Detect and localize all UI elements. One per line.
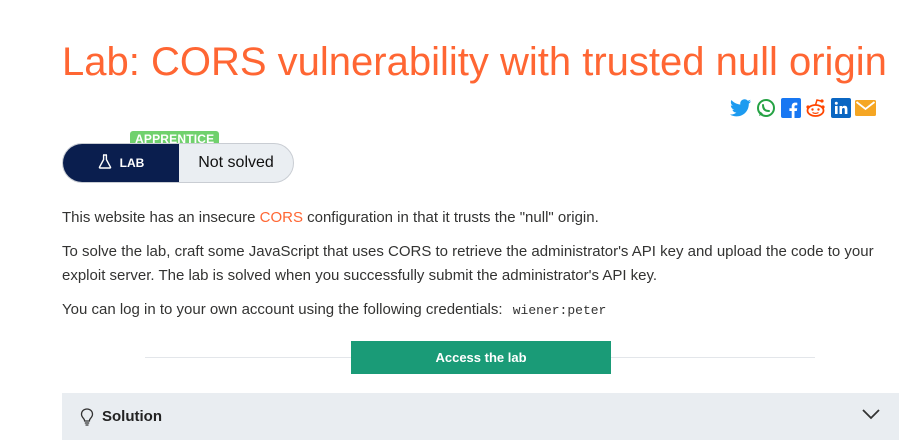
description-paragraph-3: You can log in to your own account using… — [62, 298, 606, 323]
credentials-code: wiener:peter — [512, 303, 607, 318]
reddit-icon[interactable] — [805, 97, 826, 118]
description-text: configuration in that it trusts the "nul… — [302, 209, 599, 226]
solution-accordion[interactable]: Solution — [62, 393, 899, 440]
lab-badge: LAB — [63, 144, 179, 182]
share-icons — [730, 97, 876, 118]
description-text: This website has an insecure — [62, 209, 260, 226]
lab-status-text: Not solved — [198, 154, 274, 171]
flask-icon — [98, 154, 112, 172]
linkedin-icon[interactable] — [830, 97, 851, 118]
cors-link[interactable]: CORS — [260, 209, 303, 226]
solution-label: Solution — [102, 408, 162, 425]
email-icon[interactable] — [855, 97, 876, 118]
twitter-icon[interactable] — [730, 97, 751, 118]
chevron-down-icon[interactable] — [861, 407, 881, 425]
lab-status-widget: LAB Not solved — [62, 143, 294, 183]
whatsapp-icon[interactable] — [755, 97, 776, 118]
lightbulb-icon — [80, 407, 94, 426]
facebook-icon[interactable] — [780, 97, 801, 118]
page-title: Lab: CORS vulnerability with trusted nul… — [62, 40, 887, 84]
lab-badge-label: LAB — [119, 156, 145, 170]
description-paragraph-2: To solve the lab, craft some JavaScript … — [62, 243, 874, 284]
credentials-label: You can log in to your own account using… — [62, 301, 503, 318]
access-lab-button[interactable]: Access the lab — [351, 341, 611, 374]
description-paragraph-1: This website has an insecure CORS config… — [62, 206, 599, 230]
